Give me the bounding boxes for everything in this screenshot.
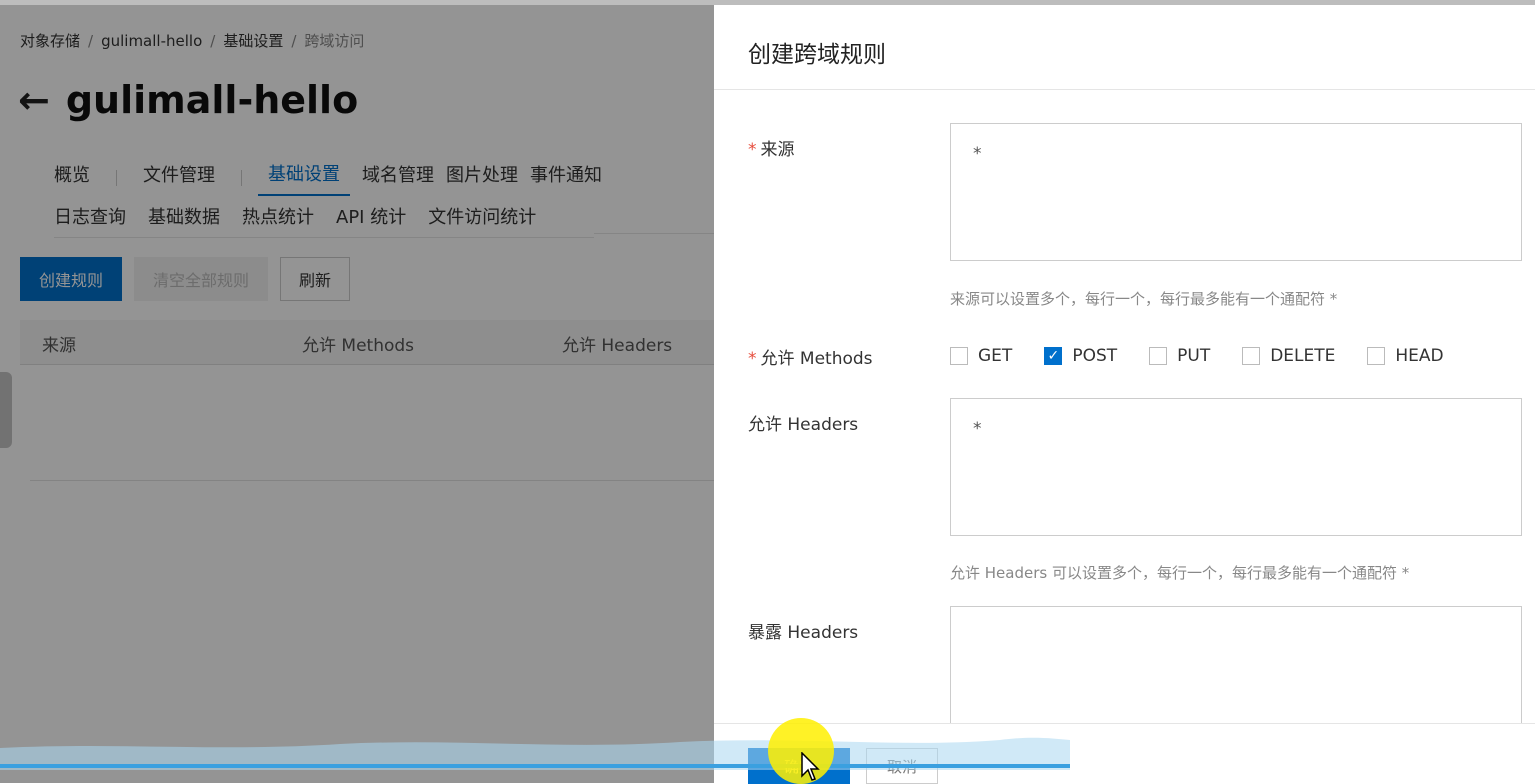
method-post[interactable]: ✓ POST bbox=[1044, 346, 1117, 366]
method-put[interactable]: PUT bbox=[1149, 346, 1210, 366]
method-head-label: HEAD bbox=[1395, 346, 1444, 366]
required-mark: * bbox=[748, 140, 757, 160]
checkbox-post-checked[interactable]: ✓ bbox=[1044, 347, 1063, 365]
checkbox-head[interactable] bbox=[1367, 347, 1386, 365]
required-mark: * bbox=[748, 349, 757, 369]
method-get[interactable]: GET bbox=[950, 346, 1012, 366]
methods-label: * 允许 Methods bbox=[748, 344, 873, 369]
method-put-label: PUT bbox=[1177, 346, 1211, 366]
method-delete[interactable]: DELETE bbox=[1242, 346, 1335, 366]
methods-label-text: 允许 Methods bbox=[760, 349, 873, 369]
method-post-label: POST bbox=[1072, 346, 1118, 366]
allow-headers-textarea[interactable]: * bbox=[950, 398, 1522, 536]
method-head[interactable]: HEAD bbox=[1367, 346, 1444, 366]
modal-overlay[interactable] bbox=[0, 0, 714, 783]
origin-textarea[interactable]: * bbox=[950, 123, 1522, 261]
methods-checkbox-group: GET ✓ POST PUT DELETE HEAD bbox=[950, 346, 1476, 366]
expose-headers-textarea[interactable] bbox=[950, 606, 1522, 726]
checkbox-get[interactable] bbox=[950, 347, 968, 365]
drawer-header: 创建跨域规则 bbox=[714, 5, 1535, 90]
video-progress-bar[interactable] bbox=[0, 764, 1070, 768]
expose-headers-label: 暴露 Headers bbox=[748, 623, 859, 643]
create-cors-rule-drawer: 创建跨域规则 * 来源 * 来源可以设置多个，每行一个，每行最多能有一个通配符 *… bbox=[714, 5, 1535, 784]
checkbox-put[interactable] bbox=[1149, 347, 1168, 365]
mouse-pointer-icon bbox=[801, 752, 820, 781]
origin-label-text: 来源 bbox=[760, 140, 795, 160]
allow-headers-hint: 允许 Headers 可以设置多个，每行一个，每行最多能有一个通配符 * bbox=[950, 564, 1410, 582]
method-get-label: GET bbox=[978, 346, 1013, 366]
checkbox-delete[interactable] bbox=[1242, 347, 1261, 365]
method-delete-label: DELETE bbox=[1270, 346, 1336, 366]
origin-hint: 来源可以设置多个，每行一个，每行最多能有一个通配符 * bbox=[950, 290, 1338, 308]
allow-headers-label: 允许 Headers bbox=[748, 415, 859, 435]
drawer-title: 创建跨域规则 bbox=[748, 42, 886, 68]
origin-label: * 来源 bbox=[748, 135, 795, 160]
